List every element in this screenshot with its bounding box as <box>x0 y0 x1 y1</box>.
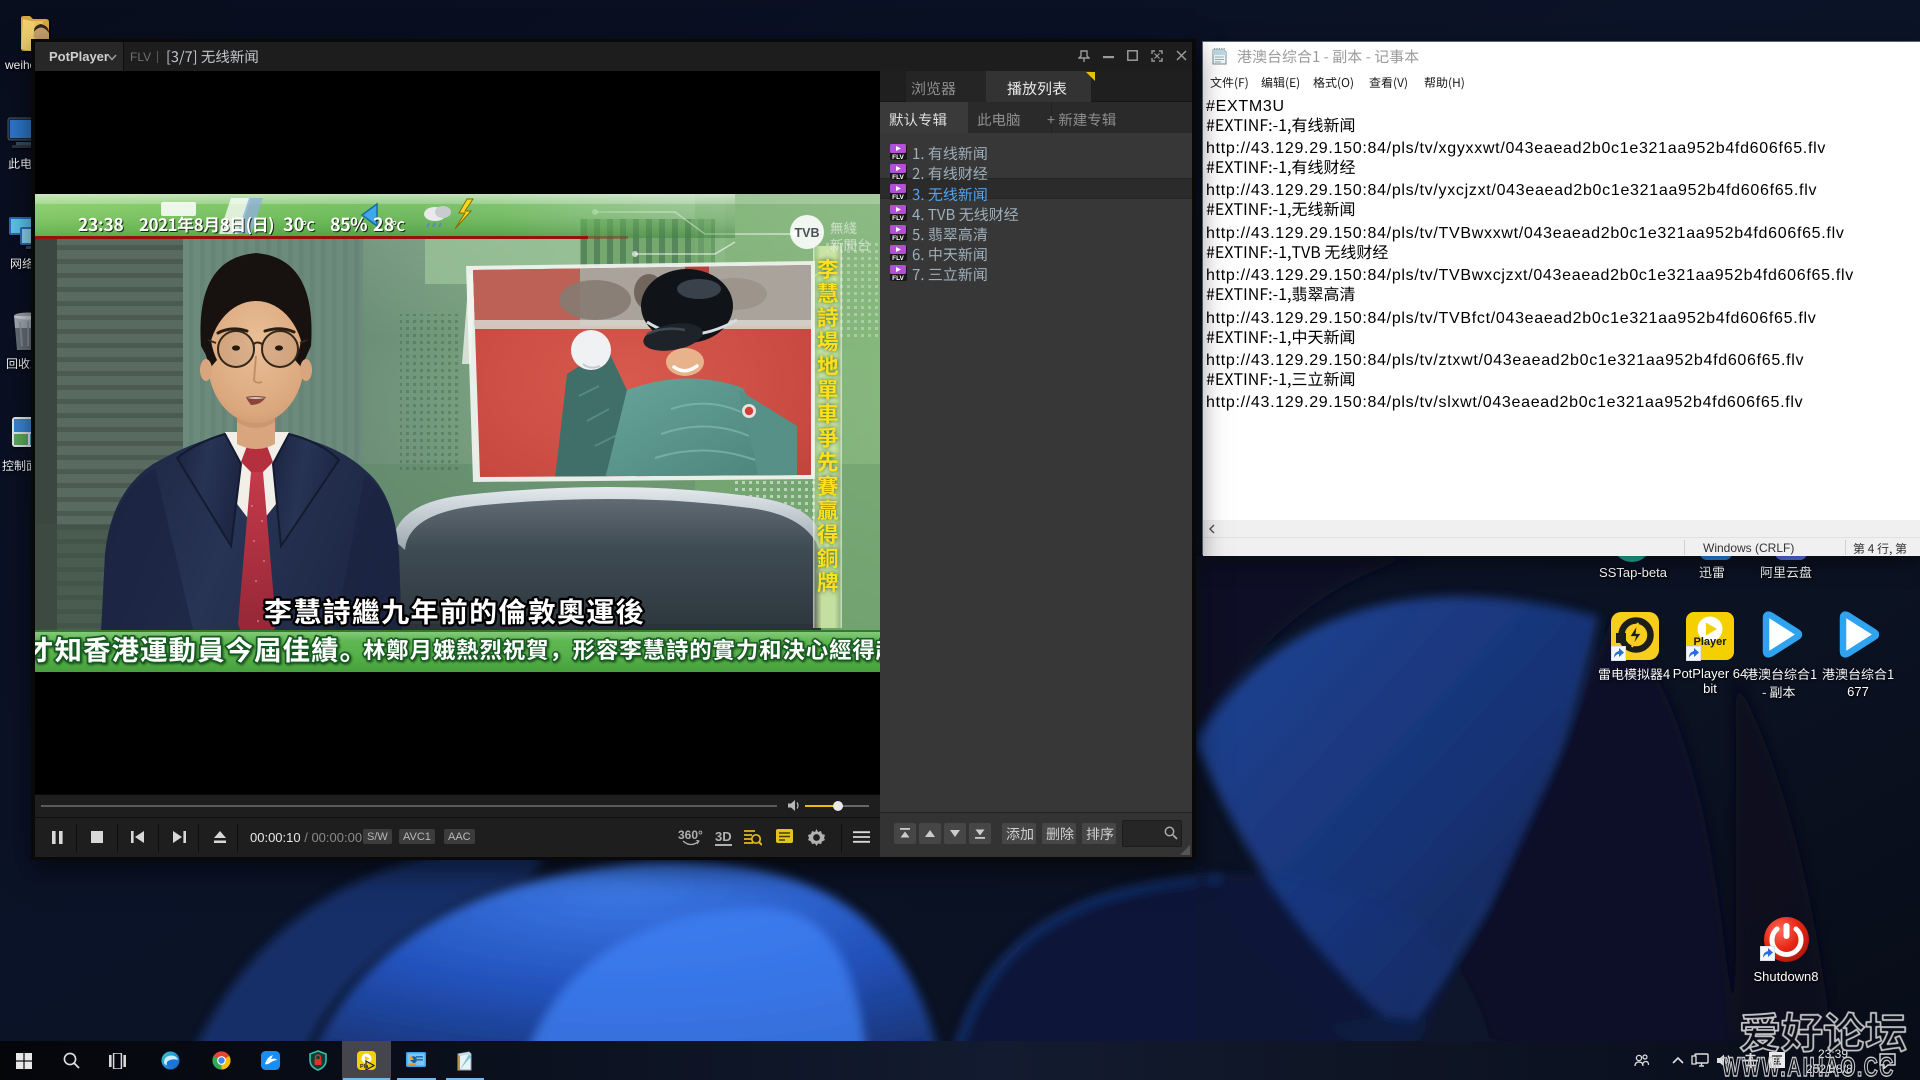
svg-text:FLV: FLV <box>892 275 904 281</box>
svg-text:WWW.AIHAO.CC: WWW.AIHAO.CC <box>1722 1052 1895 1080</box>
svg-text:FLV: FLV <box>892 235 904 241</box>
svg-text:FLV: FLV <box>892 255 904 261</box>
svg-text:FLV: FLV <box>892 194 904 200</box>
svg-text:FLV: FLV <box>892 174 904 180</box>
svg-text:FLV: FLV <box>892 215 904 221</box>
svg-text:FLV: FLV <box>892 154 904 160</box>
svg-text:Pla: Pla <box>360 1064 369 1070</box>
